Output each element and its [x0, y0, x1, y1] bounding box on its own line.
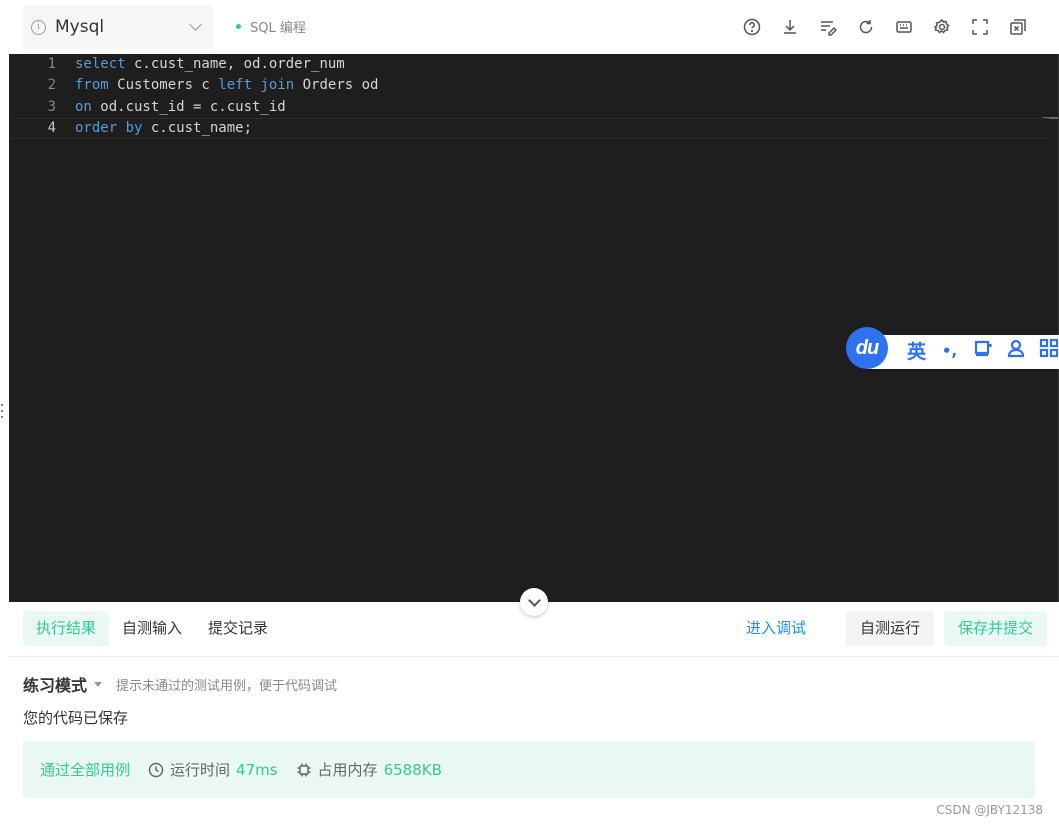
editor-toolbar: i Mysql SQL 编程	[0, 0, 1059, 54]
memory-metric: 占用内存 6588KB	[296, 759, 442, 780]
code-keyword: from	[75, 77, 109, 94]
settings-icon[interactable]	[923, 15, 961, 39]
divider	[9, 656, 1059, 657]
pass-status: 通过全部用例	[40, 761, 131, 779]
code-token: Orders od	[294, 77, 379, 94]
resize-handle[interactable]	[1, 404, 4, 424]
toolbar-icons	[733, 15, 1037, 39]
chevron-down-icon	[189, 18, 202, 31]
ime-punct-toggle[interactable]: •,	[933, 342, 966, 360]
ime-grid-icon[interactable]	[1032, 338, 1059, 363]
runtime-label: 运行时间	[170, 761, 231, 779]
saved-message: 您的代码已保存	[23, 709, 129, 727]
code-line[interactable]: 4 order by c.cust_name;	[9, 117, 1049, 139]
ime-user-icon[interactable]	[999, 338, 1032, 363]
format-icon[interactable]	[809, 15, 847, 39]
ime-keyboard-icon[interactable]	[966, 338, 999, 363]
line-number: 4	[47, 119, 56, 136]
practice-mode-row: 练习模式 提示未通过的测试用例，便于代码调试	[23, 672, 337, 696]
code-keyword: by	[125, 119, 143, 136]
line-number: 3	[47, 98, 56, 115]
close-panel-icon[interactable]	[999, 15, 1037, 39]
self-test-run-button[interactable]: 自测运行	[845, 611, 934, 646]
result-summary: 通过全部用例 运行时间 47ms 占用内存 6588KB	[23, 741, 1035, 798]
runtime-value: 47ms	[236, 760, 278, 779]
result-tabs: 执行结果 自测输入 提交记录	[23, 611, 281, 646]
code-keyword: join	[260, 77, 295, 94]
code-text: on od.cust_id = c.cust_id	[75, 97, 286, 118]
line-number: 1	[47, 56, 56, 72]
language-select-value: Mysql	[55, 17, 105, 37]
tab-self-test-input[interactable]: 自测输入	[109, 611, 195, 646]
baidu-ime-logo[interactable]: du	[846, 327, 888, 369]
tab-execution-result[interactable]: 执行结果	[23, 611, 110, 646]
fullscreen-icon[interactable]	[961, 15, 999, 39]
code-text: select c.cust_name, od.order_num	[75, 54, 345, 75]
memory-label: 占用内存	[317, 761, 378, 779]
code-keyword: on	[75, 98, 92, 115]
save-and-submit-button[interactable]: 保存并提交	[943, 611, 1047, 646]
code-line[interactable]: 3 on od.cust_id = c.cust_id	[9, 97, 1049, 118]
code-token: c.cust_name;	[142, 119, 253, 136]
practice-mode-hint: 提示未通过的测试用例，便于代码调试	[116, 678, 338, 694]
result-actions: 进入调试 自测运行 保存并提交	[732, 611, 1047, 646]
enter-debug-link[interactable]: 进入调试	[732, 611, 836, 646]
reset-icon[interactable]	[847, 15, 885, 39]
chevron-down-icon	[527, 593, 541, 607]
keyboard-icon[interactable]	[885, 15, 923, 39]
ime-lang-toggle[interactable]: 英	[900, 337, 933, 364]
language-select[interactable]: i Mysql	[23, 5, 214, 49]
clock-icon	[148, 762, 164, 777]
collapse-panel-button[interactable]	[520, 588, 548, 616]
code-text: from Customers c left join Orders od	[75, 75, 378, 96]
ime-items: 英 •,	[900, 337, 1059, 364]
code-token: od.cust_id = c.cust_id	[91, 98, 286, 115]
info-icon: i	[31, 19, 46, 35]
code-keyword: left	[218, 77, 253, 94]
mode-tag-label: SQL 编程	[250, 21, 306, 36]
code-text: order by c.cust_name;	[75, 119, 252, 138]
tab-submission-records[interactable]: 提交记录	[195, 611, 281, 646]
status-dot	[236, 24, 241, 29]
caret-down-icon[interactable]	[94, 681, 103, 687]
runtime-metric: 运行时间 47ms	[148, 759, 278, 780]
ime-toolbar[interactable]: du 英 •,	[846, 327, 1059, 371]
memory-value: 6588KB	[383, 760, 442, 779]
code-token: Customers c	[108, 77, 219, 94]
code-keyword: select	[75, 56, 126, 72]
code-line[interactable]: 1 select c.cust_name, od.order_num	[9, 54, 1049, 75]
chip-icon	[297, 763, 311, 776]
code-keyword: order	[75, 119, 118, 136]
code-token: c.cust_name, od.order_num	[125, 56, 345, 72]
code-line[interactable]: 2 from Customers c left join Orders od	[9, 75, 1049, 96]
download-icon[interactable]	[771, 15, 809, 39]
watermark: CSDN @JBY12138	[936, 803, 1043, 817]
line-number: 2	[47, 77, 56, 94]
mode-tag: SQL 编程	[236, 17, 306, 36]
practice-mode-select[interactable]: 练习模式	[23, 672, 87, 696]
help-icon[interactable]	[733, 15, 771, 39]
